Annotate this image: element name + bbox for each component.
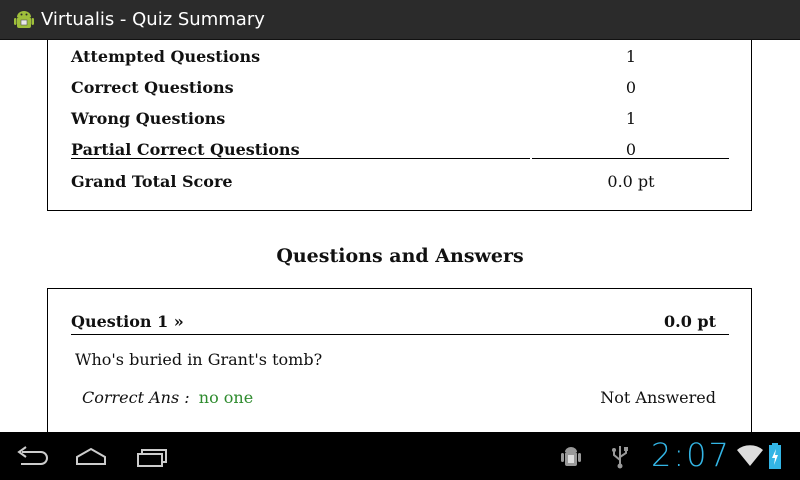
android-icon (13, 9, 35, 31)
content-area[interactable]: Attempted Questions 1 Correct Questions … (0, 40, 800, 432)
android-debug-icon (560, 444, 582, 474)
qa-heading: Questions and Answers (276, 245, 524, 267)
back-icon[interactable] (8, 440, 58, 472)
correct-answer: Correct Ans : no one (82, 388, 253, 407)
summary-value: 0 (625, 78, 637, 97)
summary-row-attempted: Attempted Questions 1 (71, 47, 729, 78)
question-divider (71, 334, 729, 335)
summary-table: Attempted Questions 1 Correct Questions … (47, 40, 752, 211)
question-score: 0.0 pt (664, 312, 716, 331)
question-text: Who's buried in Grant's tomb? (75, 350, 323, 369)
correct-answer-value: no one (198, 388, 254, 407)
correct-answer-label: Correct Ans : (82, 388, 190, 407)
summary-label: Correct Questions (71, 78, 234, 97)
clock: 2:07 (651, 436, 731, 474)
summary-label: Wrong Questions (71, 109, 226, 128)
home-icon[interactable] (66, 440, 116, 472)
app-title: Virtualis - Quiz Summary (41, 9, 265, 30)
summary-value: 0 (625, 140, 637, 159)
question-title[interactable]: Question 1 » (71, 312, 184, 331)
summary-row-wrong: Wrong Questions 1 (71, 109, 729, 140)
summary-row-grand-total: Grand Total Score 0.0 pt (71, 172, 729, 203)
summary-label: Grand Total Score (71, 172, 233, 191)
title-bar: Virtualis - Quiz Summary (0, 0, 800, 40)
summary-divider (71, 158, 530, 159)
battery-charging-icon (768, 442, 782, 474)
question-card: Question 1 » 0.0 pt Who's buried in Gran… (47, 288, 752, 432)
summary-label: Partial Correct Questions (71, 140, 300, 159)
grand-total-value: 0.0 pt (607, 172, 655, 191)
summary-label: Attempted Questions (71, 47, 261, 66)
usb-icon (610, 444, 630, 474)
wifi-icon (736, 444, 764, 472)
recent-apps-icon[interactable] (126, 440, 176, 472)
system-nav-bar: 2:07 (0, 432, 800, 480)
summary-row-partial: Partial Correct Questions 0 (71, 140, 729, 171)
summary-value: 1 (625, 47, 637, 66)
summary-divider (532, 158, 729, 159)
summary-row-correct: Correct Questions 0 (71, 78, 729, 109)
summary-value: 1 (625, 109, 637, 128)
answer-status: Not Answered (600, 388, 716, 407)
